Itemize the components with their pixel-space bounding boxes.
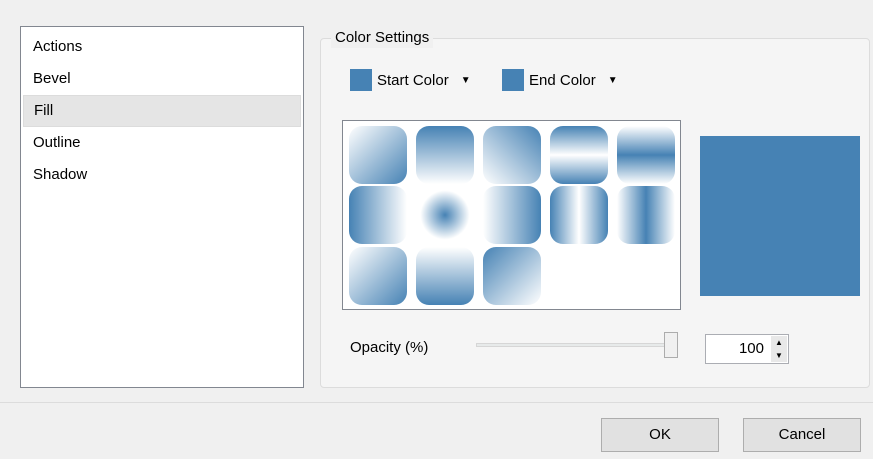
category-item-outline[interactable]: Outline [23, 127, 301, 159]
end-color-label: End Color [529, 71, 596, 89]
category-item-bevel[interactable]: Bevel [23, 63, 301, 95]
color-settings-title: Color Settings [331, 28, 434, 48]
gradient-style-horizontal-left[interactable] [483, 186, 541, 244]
gradient-style-diagonal-up[interactable] [483, 126, 541, 184]
gradient-style-vertical-down[interactable] [416, 126, 474, 184]
start-color-swatch [350, 69, 372, 91]
gradient-style-diagonal-down[interactable] [349, 126, 407, 184]
gradient-style-horizontal-band[interactable] [550, 126, 608, 184]
gradient-style-radial[interactable] [416, 186, 474, 244]
end-color-swatch [502, 69, 524, 91]
spin-up-icon[interactable]: ▲ [771, 336, 787, 349]
chevron-down-icon: ▼ [460, 74, 471, 86]
cancel-button[interactable]: Cancel [743, 418, 861, 452]
category-item-shadow[interactable]: Shadow [23, 159, 301, 191]
chevron-down-icon: ▼ [607, 74, 618, 86]
color-preview [700, 136, 860, 296]
end-color-button[interactable]: End Color ▼ [502, 66, 618, 94]
gradient-style-vertical-up[interactable] [416, 247, 474, 305]
spin-down-icon[interactable]: ▼ [771, 349, 787, 362]
category-list[interactable]: Actions Bevel Fill Outline Shadow [20, 26, 304, 388]
gradient-style-vertical-center[interactable] [617, 186, 675, 244]
gradient-style-grid[interactable] [342, 120, 681, 310]
gradient-style-vertical-band[interactable] [550, 186, 608, 244]
category-item-fill[interactable]: Fill [23, 95, 301, 127]
gradient-style-corner-top-left[interactable] [349, 247, 407, 305]
opacity-spinbox[interactable]: 100 ▲ ▼ [705, 334, 789, 364]
gradient-style-horizontal-center[interactable] [617, 126, 675, 184]
opacity-label: Opacity (%) [350, 339, 429, 356]
gradient-style-corner-bottom-right[interactable] [483, 247, 541, 305]
category-item-actions[interactable]: Actions [23, 31, 301, 63]
ok-button[interactable]: OK [601, 418, 719, 452]
start-color-label: Start Color [377, 71, 449, 89]
opacity-value[interactable]: 100 [739, 335, 764, 363]
gradient-style-horizontal-right[interactable] [349, 186, 407, 244]
start-color-button[interactable]: Start Color ▼ [350, 66, 471, 94]
opacity-slider-track[interactable] [476, 343, 678, 347]
opacity-slider-thumb[interactable] [664, 332, 678, 358]
